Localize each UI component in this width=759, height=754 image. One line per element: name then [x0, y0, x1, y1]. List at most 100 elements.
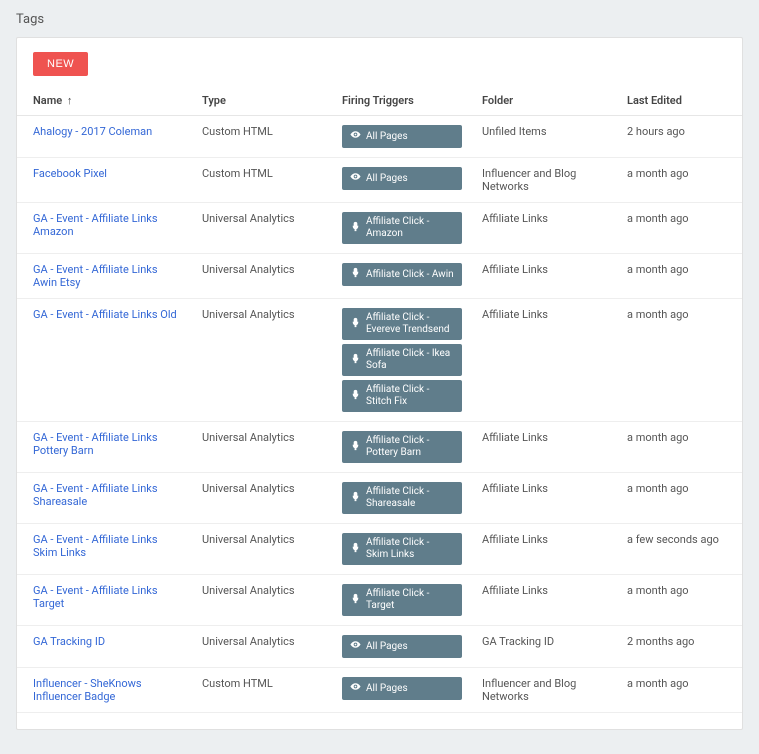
tag-name-link[interactable]: GA - Event - Affiliate Links Skim Links — [33, 533, 158, 559]
tag-name-link[interactable]: GA Tracking ID — [33, 635, 105, 648]
tag-name-link[interactable]: GA - Event - Affiliate Links Old — [33, 308, 177, 321]
tag-type: Custom HTML — [192, 158, 332, 203]
tag-triggers: Affiliate Click - Shareasale — [332, 473, 472, 524]
tag-folder: Affiliate Links — [472, 422, 617, 473]
trigger-chip[interactable]: Affiliate Click - Shareasale — [342, 482, 462, 514]
trigger-label: Affiliate Click - Evereve Trendsend — [366, 312, 454, 336]
column-header-triggers[interactable]: Firing Triggers — [332, 86, 472, 116]
column-header-type[interactable]: Type — [192, 86, 332, 116]
tag-name-link[interactable]: GA - Event - Affiliate Links Shareasale — [33, 482, 158, 508]
column-header-edited[interactable]: Last Edited — [617, 86, 742, 116]
tag-folder: Affiliate Links — [472, 299, 617, 422]
trigger-label: Affiliate Click - Stitch Fix — [366, 384, 454, 408]
click-icon — [350, 440, 361, 455]
tag-last-edited: a few seconds ago — [617, 524, 742, 575]
tag-triggers: Affiliate Click - Pottery Barn — [332, 422, 472, 473]
tag-folder: Affiliate Links — [472, 473, 617, 524]
trigger-chip[interactable]: All Pages — [342, 167, 462, 190]
tag-type: Universal Analytics — [192, 524, 332, 575]
trigger-label: All Pages — [366, 683, 408, 695]
tag-name-link[interactable]: Ahalogy - 2017 Coleman — [33, 125, 152, 138]
tag-folder: Affiliate Links — [472, 254, 617, 299]
trigger-chip[interactable]: Affiliate Click - Stitch Fix — [342, 380, 462, 412]
tag-last-edited: a month ago — [617, 299, 742, 422]
tag-name-link[interactable]: GA - Event - Affiliate Links Awin Etsy — [33, 263, 158, 289]
trigger-label: Affiliate Click - Target — [366, 588, 454, 612]
trigger-chip[interactable]: Affiliate Click - Amazon — [342, 212, 462, 244]
table-row[interactable]: GA - Event - Affiliate Links Target Unive… — [17, 575, 742, 626]
tag-name-link[interactable]: GA - Event - Affiliate Links Pottery Bar… — [33, 431, 158, 457]
tag-folder: Affiliate Links — [472, 575, 617, 626]
eye-icon — [350, 129, 361, 144]
trigger-label: All Pages — [366, 641, 408, 653]
tag-last-edited: a month ago — [617, 203, 742, 254]
tag-triggers: Affiliate Click - Awin — [332, 254, 472, 299]
trigger-chip[interactable]: All Pages — [342, 125, 462, 148]
trigger-chip[interactable]: All Pages — [342, 635, 462, 658]
tag-type: Universal Analytics — [192, 575, 332, 626]
tag-last-edited: a month ago — [617, 575, 742, 626]
tag-type: Universal Analytics — [192, 299, 332, 422]
table-row[interactable]: GA - Event - Affiliate Links Awin Etsy Un… — [17, 254, 742, 299]
tag-folder: Affiliate Links — [472, 524, 617, 575]
eye-icon — [350, 681, 361, 696]
tag-last-edited: a month ago — [617, 473, 742, 524]
toolbar: NEW — [17, 52, 742, 86]
tag-folder: Affiliate Links — [472, 203, 617, 254]
new-button[interactable]: NEW — [33, 52, 88, 76]
trigger-chip[interactable]: All Pages — [342, 677, 462, 700]
page-title: Tags — [16, 12, 743, 27]
tag-type: Universal Analytics — [192, 626, 332, 668]
tag-triggers: All Pages — [332, 668, 472, 713]
trigger-chip[interactable]: Affiliate Click - Skim Links — [342, 533, 462, 565]
trigger-chip[interactable]: Affiliate Click - Awin — [342, 263, 462, 286]
table-row[interactable]: GA - Event - Affiliate Links Old Universa… — [17, 299, 742, 422]
table-row[interactable]: GA - Event - Affiliate Links Skim Links U… — [17, 524, 742, 575]
table-row[interactable]: GA - Event - Affiliate Links ShareasaleU… — [17, 473, 742, 524]
tags-table: Name ↑ Type Firing Triggers Folder Last … — [17, 86, 742, 713]
trigger-chip[interactable]: Affiliate Click - Pottery Barn — [342, 431, 462, 463]
tag-last-edited: a month ago — [617, 422, 742, 473]
click-icon — [350, 389, 361, 404]
trigger-label: Affiliate Click - Amazon — [366, 216, 454, 240]
table-row[interactable]: GA - Event - Affiliate Links Pottery Bar… — [17, 422, 742, 473]
column-header-name[interactable]: Name ↑ — [17, 86, 192, 116]
trigger-chip[interactable]: Affiliate Click - Target — [342, 584, 462, 616]
trigger-chip[interactable]: Affiliate Click - Evereve Trendsend — [342, 308, 462, 340]
table-row[interactable]: Facebook PixelCustom HTMLAll PagesInflue… — [17, 158, 742, 203]
tag-type: Custom HTML — [192, 668, 332, 713]
trigger-label: All Pages — [366, 173, 408, 185]
tag-last-edited: a month ago — [617, 254, 742, 299]
tag-type: Universal Analytics — [192, 422, 332, 473]
table-row[interactable]: GA Tracking ID Universal Analytics All Pag… — [17, 626, 742, 668]
tag-type: Custom HTML — [192, 116, 332, 158]
trigger-label: Affiliate Click - Pottery Barn — [366, 435, 454, 459]
tag-triggers: Affiliate Click - Skim Links — [332, 524, 472, 575]
trigger-label: All Pages — [366, 131, 408, 143]
trigger-label: Affiliate Click - Ikea Sofa — [366, 348, 454, 372]
tag-type: Universal Analytics — [192, 254, 332, 299]
table-row[interactable]: GA - Event - Affiliate Links Amazon Unive… — [17, 203, 742, 254]
tag-triggers: All Pages — [332, 626, 472, 668]
click-icon — [350, 221, 361, 236]
trigger-chip[interactable]: Affiliate Click - Ikea Sofa — [342, 344, 462, 376]
tag-name-link[interactable]: GA - Event - Affiliate Links Target — [33, 584, 158, 610]
tags-card: NEW Name ↑ Type Firing Triggers Folder L… — [16, 37, 743, 730]
tag-triggers: All Pages — [332, 116, 472, 158]
click-icon — [350, 593, 361, 608]
tag-name-link[interactable]: GA - Event - Affiliate Links Amazon — [33, 212, 158, 238]
tag-triggers: Affiliate Click - Amazon — [332, 203, 472, 254]
tag-folder: GA Tracking ID — [472, 626, 617, 668]
trigger-label: Affiliate Click - Skim Links — [366, 537, 454, 561]
click-icon — [350, 542, 361, 557]
tag-name-link[interactable]: Influencer - SheKnows Influencer Badge — [33, 677, 142, 703]
eye-icon — [350, 639, 361, 654]
table-row[interactable]: Influencer - SheKnows Influencer Badge Cu… — [17, 668, 742, 713]
tag-name-link[interactable]: Facebook Pixel — [33, 167, 107, 180]
eye-icon — [350, 171, 361, 186]
table-row[interactable]: Ahalogy - 2017 Coleman Custom HTML All Pag… — [17, 116, 742, 158]
column-header-folder[interactable]: Folder — [472, 86, 617, 116]
click-icon — [350, 317, 361, 332]
click-icon — [350, 491, 361, 506]
tag-type: Universal Analytics — [192, 203, 332, 254]
